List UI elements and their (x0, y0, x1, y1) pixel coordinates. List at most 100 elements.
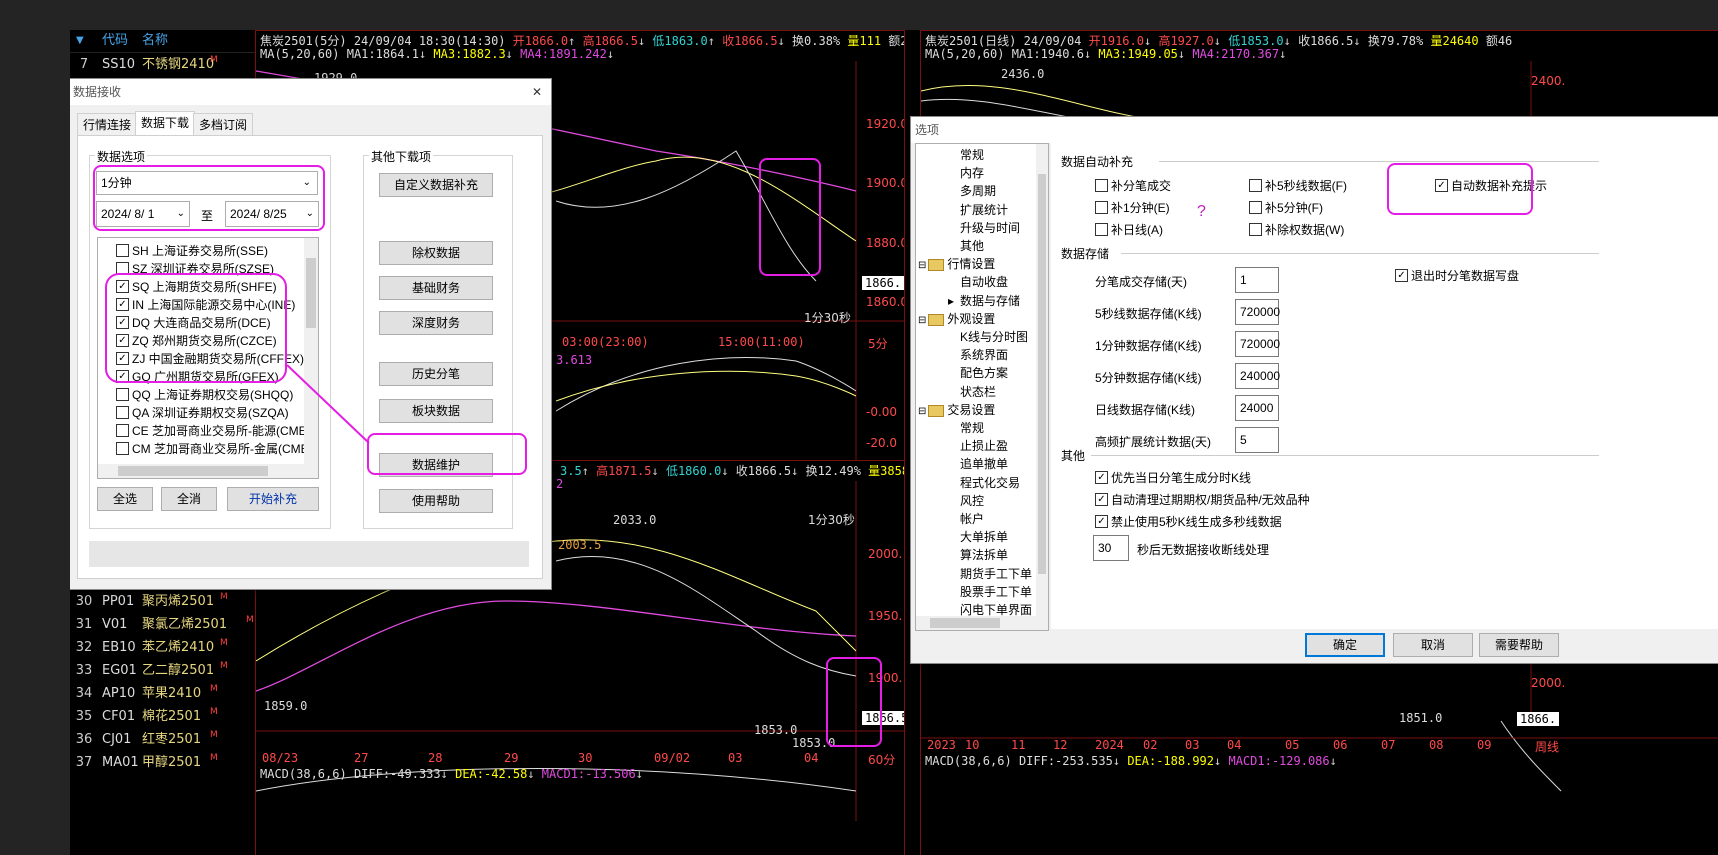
tree-item[interactable]: 内存 (960, 164, 984, 182)
highlight-maintain (367, 433, 527, 475)
tree-item[interactable]: 期货手工下单 (960, 565, 1032, 583)
list-item[interactable]: 34 AP10 苹果2410 M (70, 682, 255, 705)
tree-item[interactable]: 风控 (960, 492, 984, 510)
tree-item[interactable]: ⊟ 外观设置 (918, 310, 995, 328)
exchange-item[interactable]: CM 芝加哥商业交易所-金属(CME) (116, 440, 313, 458)
list-item[interactable]: 7 SS10 不锈钢2410 M (70, 53, 255, 76)
tree-item[interactable]: 常规 (960, 419, 984, 437)
checkbox[interactable]: ✓ (1095, 471, 1108, 485)
checkbox[interactable]: ✓ (1095, 515, 1108, 529)
list-item[interactable]: 37 MA01 甲醇2501 M (70, 751, 255, 774)
help-button[interactable]: 需要帮助 (1479, 633, 1559, 657)
date-label: 12 (1053, 738, 1068, 752)
tree-item[interactable]: 程式化交易 (960, 474, 1020, 492)
tab-connection[interactable]: 行情连接 (77, 113, 138, 136)
other-opt-2[interactable]: ✓ 自动清理过期期权/期货品种/无效品种 (1095, 491, 1310, 509)
checkbox[interactable]: ✓ (1095, 493, 1108, 507)
select-all-button[interactable]: 全选 (97, 487, 153, 511)
timeout-input[interactable]: 30 (1093, 535, 1129, 561)
checkbox[interactable] (1249, 201, 1262, 215)
exchange-item[interactable]: QQ 上海证券期权交易(SHQQ) (116, 386, 293, 404)
cancel-all-button[interactable]: 全消 (161, 487, 217, 511)
checkbox[interactable] (116, 244, 129, 258)
checkbox[interactable] (1095, 179, 1108, 193)
list-item[interactable]: 36 CJ01 红枣2501 M (70, 728, 255, 751)
tree-item[interactable]: 常规 (960, 146, 984, 164)
tree-item[interactable]: 系统界面 (960, 346, 1008, 364)
vertical-scrollbar[interactable] (1036, 144, 1048, 616)
other-opt-3[interactable]: ✓ 禁止使用5秒K线生成多秒线数据 (1095, 513, 1282, 531)
tree-item[interactable]: 状态栏 (960, 383, 996, 401)
close-icon[interactable]: ✕ (523, 79, 551, 105)
auto-opt-daily[interactable]: 补日线(A) (1095, 221, 1163, 239)
tree-item[interactable]: 帐户 (960, 510, 984, 528)
other-opt-1[interactable]: ✓ 优先当日分笔生成分时K线 (1095, 469, 1251, 487)
tree-item[interactable]: 股票手工下单 (960, 583, 1032, 601)
checkbox[interactable] (1095, 223, 1108, 237)
auto-opt-exright[interactable]: 补除权数据(W) (1249, 221, 1344, 239)
date-label: 04 (804, 751, 819, 765)
storage-input[interactable]: 720000 (1235, 331, 1280, 357)
storage-input[interactable]: 720000 (1235, 299, 1280, 325)
tree-item[interactable]: 追单撤单 (960, 455, 1008, 473)
tab-download[interactable]: 数据下载 (135, 111, 196, 136)
exit-write-option[interactable]: ✓ 退出时分笔数据写盘 (1395, 267, 1519, 285)
auto-opt-5min[interactable]: 补5分钟(F) (1249, 199, 1323, 217)
history-ticks-button[interactable]: 历史分笔 (379, 362, 493, 386)
exchange-item[interactable]: CE 芝加哥商业交易所-能源(CME) (116, 422, 311, 440)
storage-input[interactable]: 5 (1235, 427, 1279, 453)
tree-item[interactable]: 算法拆单 (960, 546, 1008, 564)
block-data-button[interactable]: 板块数据 (379, 399, 493, 423)
exchange-item[interactable]: QA 深圳证券期权交易(SZQA) (116, 404, 289, 422)
tree-item[interactable]: 其他 (960, 237, 984, 255)
collapse-icon[interactable]: ⊟ (918, 315, 926, 326)
tree-item[interactable]: 配色方案 (960, 364, 1008, 382)
tree-item[interactable]: 自动收盘 (960, 273, 1008, 291)
checkbox[interactable] (116, 424, 129, 438)
col-code-header[interactable]: 代码 (102, 30, 128, 52)
checkbox[interactable]: ✓ (1395, 269, 1408, 283)
auto-opt-1min[interactable]: 补1分钟(E) (1095, 199, 1170, 217)
custom-supplement-button[interactable]: 自定义数据补充 (379, 173, 493, 197)
col-name-header[interactable]: 名称 (142, 30, 168, 52)
checkbox[interactable] (116, 406, 129, 420)
storage-input[interactable]: 24000 (1235, 395, 1279, 421)
checkbox[interactable] (1249, 179, 1262, 193)
horizontal-scrollbar[interactable] (98, 464, 318, 478)
auto-opt-ticks[interactable]: 补分笔成交 (1095, 177, 1171, 195)
tab-subscribe[interactable]: 多档订阅 (193, 113, 254, 136)
tree-item[interactable]: 扩展统计 (960, 201, 1008, 219)
sort-arrow-icon[interactable]: ▼ (76, 30, 84, 52)
checkbox[interactable] (1249, 223, 1262, 237)
collapse-icon[interactable]: ⊟ (918, 260, 926, 271)
collapse-icon[interactable]: ⊟ (918, 406, 926, 417)
tree-item[interactable]: 止损止盈 (960, 437, 1008, 455)
tree-item[interactable]: ▸ 数据与存储 (948, 292, 1020, 310)
storage-input[interactable]: 240000 (1235, 363, 1280, 389)
tree-item[interactable]: K线与分时图 (960, 328, 1028, 346)
list-item[interactable]: 35 CF01 棉花2501 M (70, 705, 255, 728)
deep-finance-button[interactable]: 深度财务 (379, 311, 493, 335)
vertical-scrollbar[interactable] (304, 238, 318, 464)
basic-finance-button[interactable]: 基础财务 (379, 276, 493, 300)
ex-rights-button[interactable]: 除权数据 (379, 241, 493, 265)
tree-item[interactable]: ⊟ 行情设置 (918, 255, 995, 273)
checkbox[interactable] (1095, 201, 1108, 215)
auto-opt-5s[interactable]: 补5秒线数据(F) (1249, 177, 1347, 195)
help-button[interactable]: 使用帮助 (379, 489, 493, 513)
options-tree[interactable]: 常规 内存 多周期 扩展统计 升级与时间 其他 ⊟ 行情设置 自动收盘 ▸ 数据与存储 ⊟ 外观设置 K线… (915, 143, 1049, 631)
list-item[interactable]: 33 EG01 乙二醇2501 M (70, 659, 255, 682)
horizontal-scrollbar[interactable] (916, 616, 1048, 630)
checkbox[interactable] (116, 442, 129, 456)
checkbox[interactable] (116, 388, 129, 402)
tree-item[interactable]: 多周期 (960, 182, 996, 200)
tree-item[interactable]: ⊟ 交易设置 (918, 401, 995, 419)
start-download-button[interactable]: 开始补充 (227, 487, 319, 511)
tree-item[interactable]: 大单拆单 (960, 528, 1008, 546)
exchange-item[interactable]: SH 上海证券交易所(SSE) (116, 242, 268, 260)
tree-item[interactable]: 升级与时间 (960, 219, 1020, 237)
storage-input[interactable]: 1 (1235, 267, 1279, 293)
ok-button[interactable]: 确定 (1305, 633, 1385, 657)
list-item[interactable]: 30 PP01 聚丙烯2501 M (70, 590, 255, 613)
cancel-button[interactable]: 取消 (1393, 633, 1473, 657)
